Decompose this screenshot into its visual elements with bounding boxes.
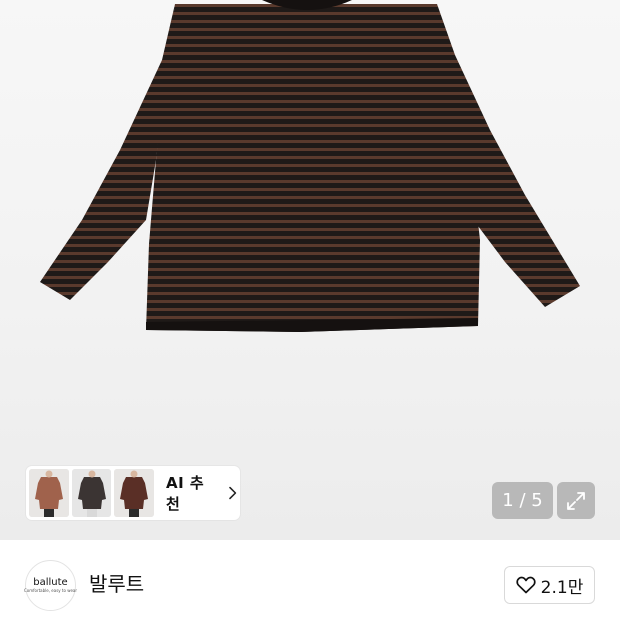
- product-image[interactable]: [0, 0, 620, 540]
- charcoal-tee-thumbnail[interactable]: [71, 469, 112, 517]
- like-count: 2.1만: [540, 577, 584, 598]
- shop-name[interactable]: 발루트: [89, 570, 144, 598]
- shop-logo-avatar[interactable]: ballute Comfortable, easy to wear: [23, 560, 78, 611]
- like-button[interactable]: 2.1만: [504, 566, 595, 604]
- heart-icon: [516, 576, 536, 594]
- ai-recommend-label[interactable]: AI 추천: [166, 472, 218, 514]
- shop-logo-tagline: Comfortable, easy to wear: [23, 588, 78, 593]
- shirt-body: [146, 4, 480, 332]
- chevron-right-icon: [229, 486, 237, 500]
- expand-button[interactable]: [557, 482, 595, 519]
- product-image-gallery[interactable]: AI 추천 1 / 5: [0, 0, 620, 540]
- expand-icon: [567, 491, 585, 510]
- shop-logo-word: ballute: [33, 577, 68, 588]
- brown-tee-thumbnail[interactable]: [29, 469, 69, 517]
- ai-recommend-card[interactable]: AI 추천: [26, 466, 240, 520]
- brown-stripe-tee-thumbnail[interactable]: [114, 469, 155, 517]
- image-pager: 1 / 5: [492, 482, 553, 519]
